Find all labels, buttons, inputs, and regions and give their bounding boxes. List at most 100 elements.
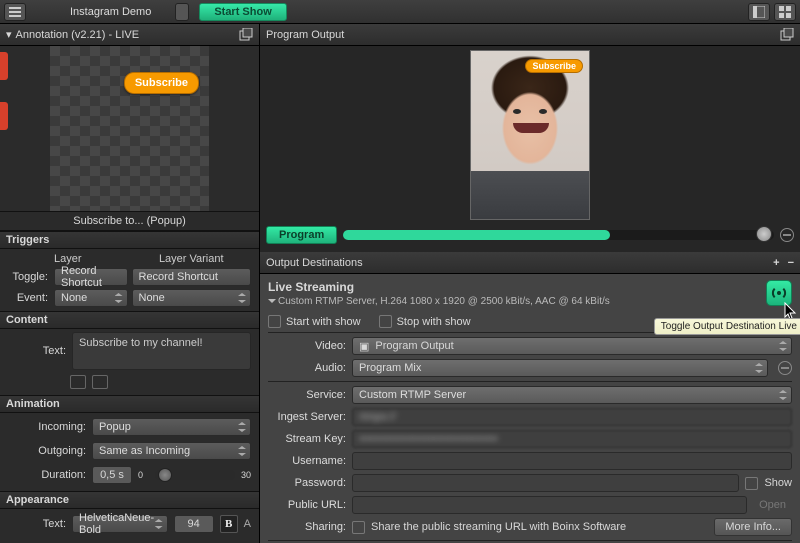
variant-toggle-shortcut[interactable]: Record Shortcut: [132, 268, 252, 286]
program-area: Subscribe Program: [260, 46, 800, 252]
program-label[interactable]: Program: [266, 226, 337, 244]
program-remove-icon[interactable]: [780, 228, 794, 242]
program-slider-thumb[interactable]: [756, 226, 772, 242]
layer-header: Layer: [8, 253, 128, 265]
service-label: Service:: [268, 389, 346, 401]
outgoing-label: Outgoing:: [8, 445, 86, 457]
program-output-header: Program Output: [260, 24, 800, 46]
streamkey-field[interactable]: ••••••••••••••••••••••••••••••••••••: [352, 430, 792, 448]
start-with-show-label: Start with show: [286, 316, 361, 328]
duration-field[interactable]: 0,5 s: [92, 466, 132, 484]
layer-event-select[interactable]: None: [54, 289, 128, 307]
section-appearance: Appearance: [0, 491, 259, 509]
toolbar-menu-button[interactable]: [4, 3, 26, 21]
duration-scale-min: 0: [138, 470, 143, 480]
section-content: Content: [0, 311, 259, 329]
content-icons: [0, 373, 259, 395]
section-animation: Animation: [0, 395, 259, 413]
content-text-field[interactable]: Subscribe to my channel!: [72, 332, 251, 370]
live-streaming-summary[interactable]: Custom RTMP Server, H.264 1080 x 1920 @ …: [268, 296, 792, 307]
toggle-output-live-button[interactable]: [766, 280, 792, 306]
variant-event-select[interactable]: None: [132, 289, 252, 307]
audio-label: Audio:: [268, 362, 346, 374]
sharing-label: Sharing:: [268, 521, 346, 533]
toolbar-divider-button[interactable]: [175, 3, 189, 21]
audio-remove-icon[interactable]: [778, 361, 792, 375]
password-label: Password:: [268, 477, 346, 489]
publicurl-label: Public URL:: [268, 499, 346, 511]
username-field[interactable]: [352, 452, 792, 470]
password-field[interactable]: [352, 474, 739, 492]
username-label: Username:: [268, 455, 346, 467]
panel-left-icon: [753, 6, 765, 18]
broadcast-icon: [771, 285, 787, 301]
streamkey-label: Stream Key:: [268, 433, 346, 445]
right-column: Program Output Subscribe Program Output …: [260, 24, 800, 543]
incoming-select[interactable]: Popup: [92, 418, 251, 436]
ingest-field[interactable]: rtmps://: [352, 408, 792, 426]
add-destination-icon[interactable]: +: [773, 257, 779, 269]
more-info-button[interactable]: More Info...: [714, 518, 792, 536]
show-password-label: Show: [764, 477, 792, 489]
popout-icon[interactable]: [780, 28, 794, 42]
section-triggers: Triggers: [0, 231, 259, 249]
incoming-label: Incoming:: [8, 421, 86, 433]
top-toolbar: Instagram Demo Start Show: [0, 0, 800, 24]
toggle-label: Toggle:: [8, 271, 48, 283]
output-destinations-header: Output Destinations + −: [260, 252, 800, 274]
layer-preview-name: Subscribe to... (Popup): [0, 211, 259, 231]
presenter-body: [471, 171, 589, 219]
open-url-button[interactable]: Open: [753, 499, 792, 511]
font-preview-swatch[interactable]: B: [220, 515, 238, 533]
variant-header: Layer Variant: [132, 253, 252, 265]
appearance-text-label: Text:: [8, 518, 66, 530]
caret-icon: ▾: [6, 28, 12, 41]
popout-icon[interactable]: [239, 28, 253, 42]
program-subscribe-pill: Subscribe: [525, 59, 583, 73]
document-title: Instagram Demo: [70, 6, 151, 18]
duration-slider[interactable]: [155, 470, 235, 480]
video-value: Program Output: [375, 340, 453, 352]
start-with-show-checkbox[interactable]: [268, 315, 281, 328]
stop-with-show-label: Stop with show: [397, 316, 471, 328]
appearance-block: Text: HelveticaNeue-Bold 94 B A: [0, 509, 259, 539]
program-slider[interactable]: [343, 230, 774, 240]
font-size-field[interactable]: 94: [174, 515, 214, 533]
video-select[interactable]: ▣Program Output: [352, 337, 792, 355]
layer-toggle-shortcut[interactable]: Record Shortcut: [54, 268, 128, 286]
program-video: Subscribe: [470, 50, 590, 220]
video-label: Video:: [268, 340, 346, 352]
layer-preview: Subscribe: [0, 46, 259, 211]
slider-thumb[interactable]: [158, 468, 172, 482]
checkerboard-bg: [50, 46, 209, 211]
layout-b-button[interactable]: [774, 3, 796, 21]
inspector-title: Annotation (v2.21) - LIVE: [16, 29, 239, 41]
show-password-checkbox[interactable]: [745, 477, 758, 490]
inspector-header: ▾ Annotation (v2.21) - LIVE: [0, 24, 259, 46]
duration-scale-max: 30: [241, 470, 251, 480]
content-icon-2[interactable]: [92, 375, 108, 389]
content-text-row: Text: Subscribe to my channel!: [0, 329, 259, 373]
start-show-button[interactable]: Start Show: [199, 3, 286, 21]
audio-select[interactable]: Program Mix: [352, 359, 768, 377]
sharing-checkbox[interactable]: [352, 521, 365, 534]
app-window: Instagram Demo Start Show ▾ Annotation (…: [0, 0, 800, 543]
output-destinations-title: Output Destinations: [266, 257, 773, 269]
layout-a-button[interactable]: [748, 3, 770, 21]
outgoing-select[interactable]: Same as Incoming: [92, 442, 251, 460]
font-select[interactable]: HelveticaNeue-Bold: [72, 515, 168, 533]
grid-icon: [779, 6, 791, 18]
tooltip: Toggle Output Destination Live: [654, 318, 800, 335]
service-select[interactable]: Custom RTMP Server: [352, 386, 792, 404]
publicurl-field[interactable]: [352, 496, 747, 514]
event-label: Event:: [8, 292, 48, 304]
sharing-option: Share the public streaming URL with Boin…: [371, 521, 626, 533]
content-icon-1[interactable]: [70, 375, 86, 389]
duration-label: Duration:: [8, 469, 86, 481]
program-output-title: Program Output: [266, 29, 780, 41]
subscribe-pill: Subscribe: [124, 72, 199, 94]
remove-destination-icon[interactable]: −: [788, 257, 794, 269]
program-controls: Program: [266, 226, 794, 244]
stop-with-show-checkbox[interactable]: [379, 315, 392, 328]
live-streaming-title: Live Streaming: [268, 280, 792, 294]
